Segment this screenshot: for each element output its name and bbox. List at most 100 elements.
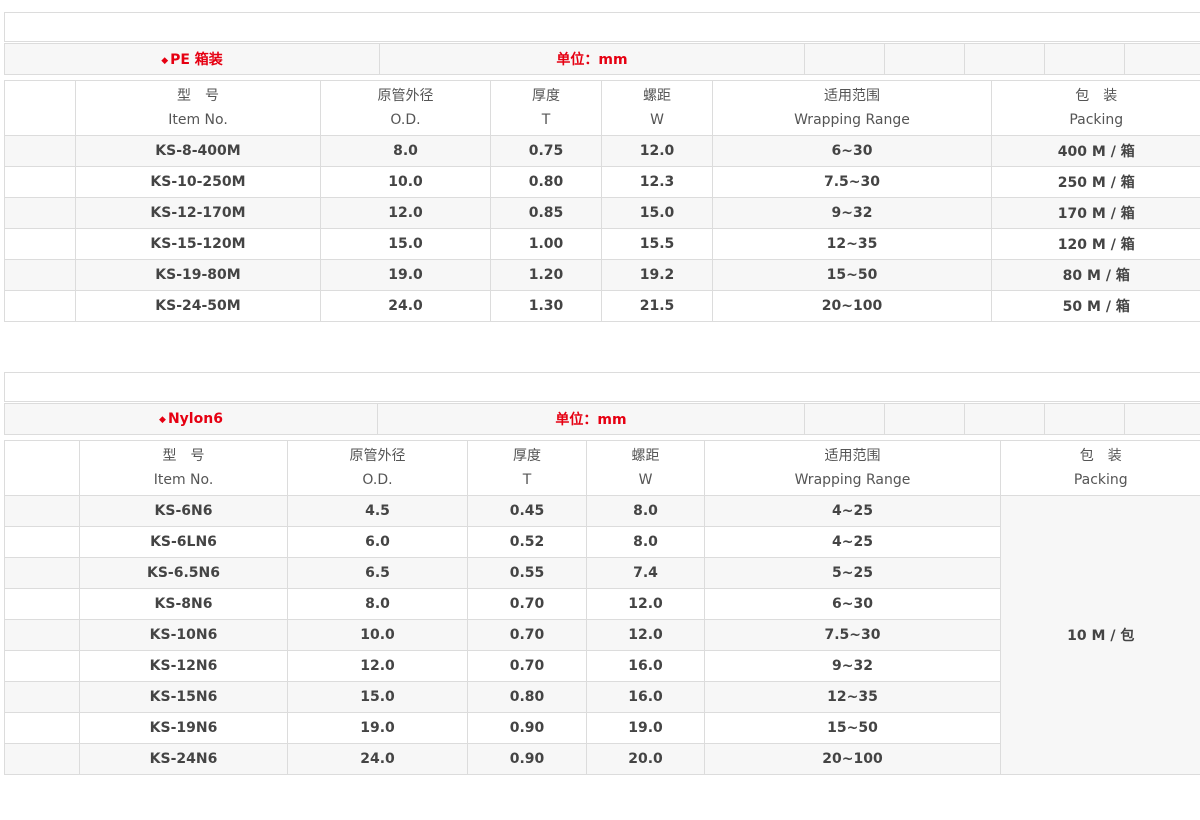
unit-cell: 单位：mm: [379, 44, 804, 74]
od-cell: 8.0: [320, 135, 491, 167]
item-no-cell: KS-15N6: [79, 681, 288, 713]
header-pitch: 螺距 W: [601, 80, 713, 136]
range-cell: 15~50: [712, 259, 992, 291]
row-empty-cell: [4, 650, 80, 682]
header-wrapping-range: 适用范围 Wrapping Range: [704, 440, 1001, 496]
packing-cell: 120 M / 箱: [991, 228, 1200, 260]
row-empty-cell: [4, 495, 80, 527]
item-no-cell: KS-6N6: [79, 495, 288, 527]
thickness-cell: 1.00: [490, 228, 602, 260]
header-thickness: 厚度 T: [490, 80, 602, 136]
item-no-cell: KS-8-400M: [75, 135, 321, 167]
od-cell: 6.0: [287, 526, 468, 558]
range-cell: 4~25: [704, 526, 1001, 558]
range-cell: 20~100: [704, 743, 1001, 775]
table-row: KS-8-400M 8.0 0.75 12.0 6~30 400 M / 箱: [4, 135, 1200, 167]
unit-cell: 单位：mm: [377, 404, 804, 434]
thickness-cell: 0.55: [467, 557, 587, 589]
row-empty-cell: [4, 197, 76, 229]
empty-cell: [964, 404, 1044, 434]
od-cell: 12.0: [287, 650, 468, 682]
header-pitch: 螺距 W: [586, 440, 705, 496]
range-cell: 20~100: [712, 290, 992, 322]
od-cell: 15.0: [287, 681, 468, 713]
od-cell: 6.5: [287, 557, 468, 589]
section-caption-row: ◆ PE 箱装 单位：mm: [4, 43, 1200, 75]
thickness-cell: 0.45: [467, 495, 587, 527]
od-cell: 24.0: [320, 290, 491, 322]
header-od: 原管外径 O.D.: [287, 440, 468, 496]
table-row: KS-6N6 4.5 0.45 8.0 4~25 10 M / 包: [4, 495, 1200, 775]
empty-cell: [1044, 44, 1124, 74]
pitch-cell: 12.0: [586, 619, 705, 651]
thickness-cell: 0.80: [467, 681, 587, 713]
packing-cell: 250 M / 箱: [991, 166, 1200, 198]
range-cell: 7.5~30: [704, 619, 1001, 651]
header-packing: 包 装 Packing: [991, 80, 1200, 136]
empty-cell: [1124, 404, 1200, 434]
pitch-cell: 15.0: [601, 197, 713, 229]
thickness-cell: 0.90: [467, 712, 587, 744]
item-no-cell: KS-12N6: [79, 650, 288, 682]
section-title-cell: ◆ PE 箱装: [5, 44, 379, 74]
item-no-cell: KS-19N6: [79, 712, 288, 744]
row-empty-cell: [4, 557, 80, 589]
pitch-cell: 19.0: [586, 712, 705, 744]
item-no-cell: KS-19-80M: [75, 259, 321, 291]
range-cell: 6~30: [712, 135, 992, 167]
range-cell: 6~30: [704, 588, 1001, 620]
pitch-cell: 15.5: [601, 228, 713, 260]
empty-cell: [1044, 404, 1124, 434]
header-wrapping-range: 适用范围 Wrapping Range: [712, 80, 992, 136]
packing-cell: 80 M / 箱: [991, 259, 1200, 291]
range-cell: 9~32: [712, 197, 992, 229]
empty-cell: [964, 44, 1044, 74]
item-no-cell: KS-6.5N6: [79, 557, 288, 589]
item-no-cell: KS-12-170M: [75, 197, 321, 229]
unit-label: 单位：mm: [556, 52, 628, 68]
empty-cell: [884, 44, 964, 74]
range-cell: 12~35: [704, 681, 1001, 713]
pitch-cell: 7.4: [586, 557, 705, 589]
empty-cell: [884, 404, 964, 434]
row-empty-cell: [4, 743, 80, 775]
range-cell: 5~25: [704, 557, 1001, 589]
row-empty-cell: [4, 588, 80, 620]
empty-cell: [1124, 44, 1200, 74]
range-cell: 4~25: [704, 495, 1001, 527]
thickness-cell: 0.85: [490, 197, 602, 229]
section-title: ◆ PE 箱装: [161, 52, 223, 68]
row-empty-cell: [4, 135, 76, 167]
table-header-row: 型 号 Item No. 原管外径 O.D. 厚度 T 螺距 W 适用范围 Wrappin…: [4, 440, 1200, 496]
table-row: KS-10-250M 10.0 0.80 12.3 7.5~30 250 M /…: [4, 166, 1200, 198]
range-cell: 7.5~30: [712, 166, 992, 198]
thickness-cell: 0.75: [490, 135, 602, 167]
item-no-cell: KS-6LN6: [79, 526, 288, 558]
table-row: KS-24-50M 24.0 1.30 21.5 20~100 50 M / 箱: [4, 290, 1200, 322]
section-caption-row: ◆ Nylon6 单位：mm: [4, 403, 1200, 435]
diamond-bullet-icon: ◆: [159, 415, 166, 425]
thickness-cell: 0.70: [467, 588, 587, 620]
section-top-bar: [4, 372, 1200, 402]
pitch-cell: 8.0: [586, 495, 705, 527]
pitch-cell: 16.0: [586, 650, 705, 682]
thickness-cell: 1.20: [490, 259, 602, 291]
section-top-bar: [4, 12, 1200, 42]
od-cell: 4.5: [287, 495, 468, 527]
pitch-cell: 12.0: [586, 588, 705, 620]
pitch-cell: 21.5: [601, 290, 713, 322]
od-cell: 19.0: [320, 259, 491, 291]
range-cell: 12~35: [712, 228, 992, 260]
header-item-no: 型 号 Item No.: [79, 440, 288, 496]
row-empty-cell: [4, 526, 80, 558]
item-no-cell: KS-10N6: [79, 619, 288, 651]
item-no-cell: KS-24N6: [79, 743, 288, 775]
thickness-cell: 0.70: [467, 619, 587, 651]
row-empty-cell: [4, 290, 76, 322]
range-cell: 15~50: [704, 712, 1001, 744]
row-empty-cell: [4, 228, 76, 260]
pitch-cell: 16.0: [586, 681, 705, 713]
nylon6-spec-table: 型 号 Item No. 原管外径 O.D. 厚度 T 螺距 W 适用范围 Wrappin…: [4, 440, 1200, 775]
section-title-cell: ◆ Nylon6: [5, 404, 377, 434]
empty-cell: [804, 44, 884, 74]
